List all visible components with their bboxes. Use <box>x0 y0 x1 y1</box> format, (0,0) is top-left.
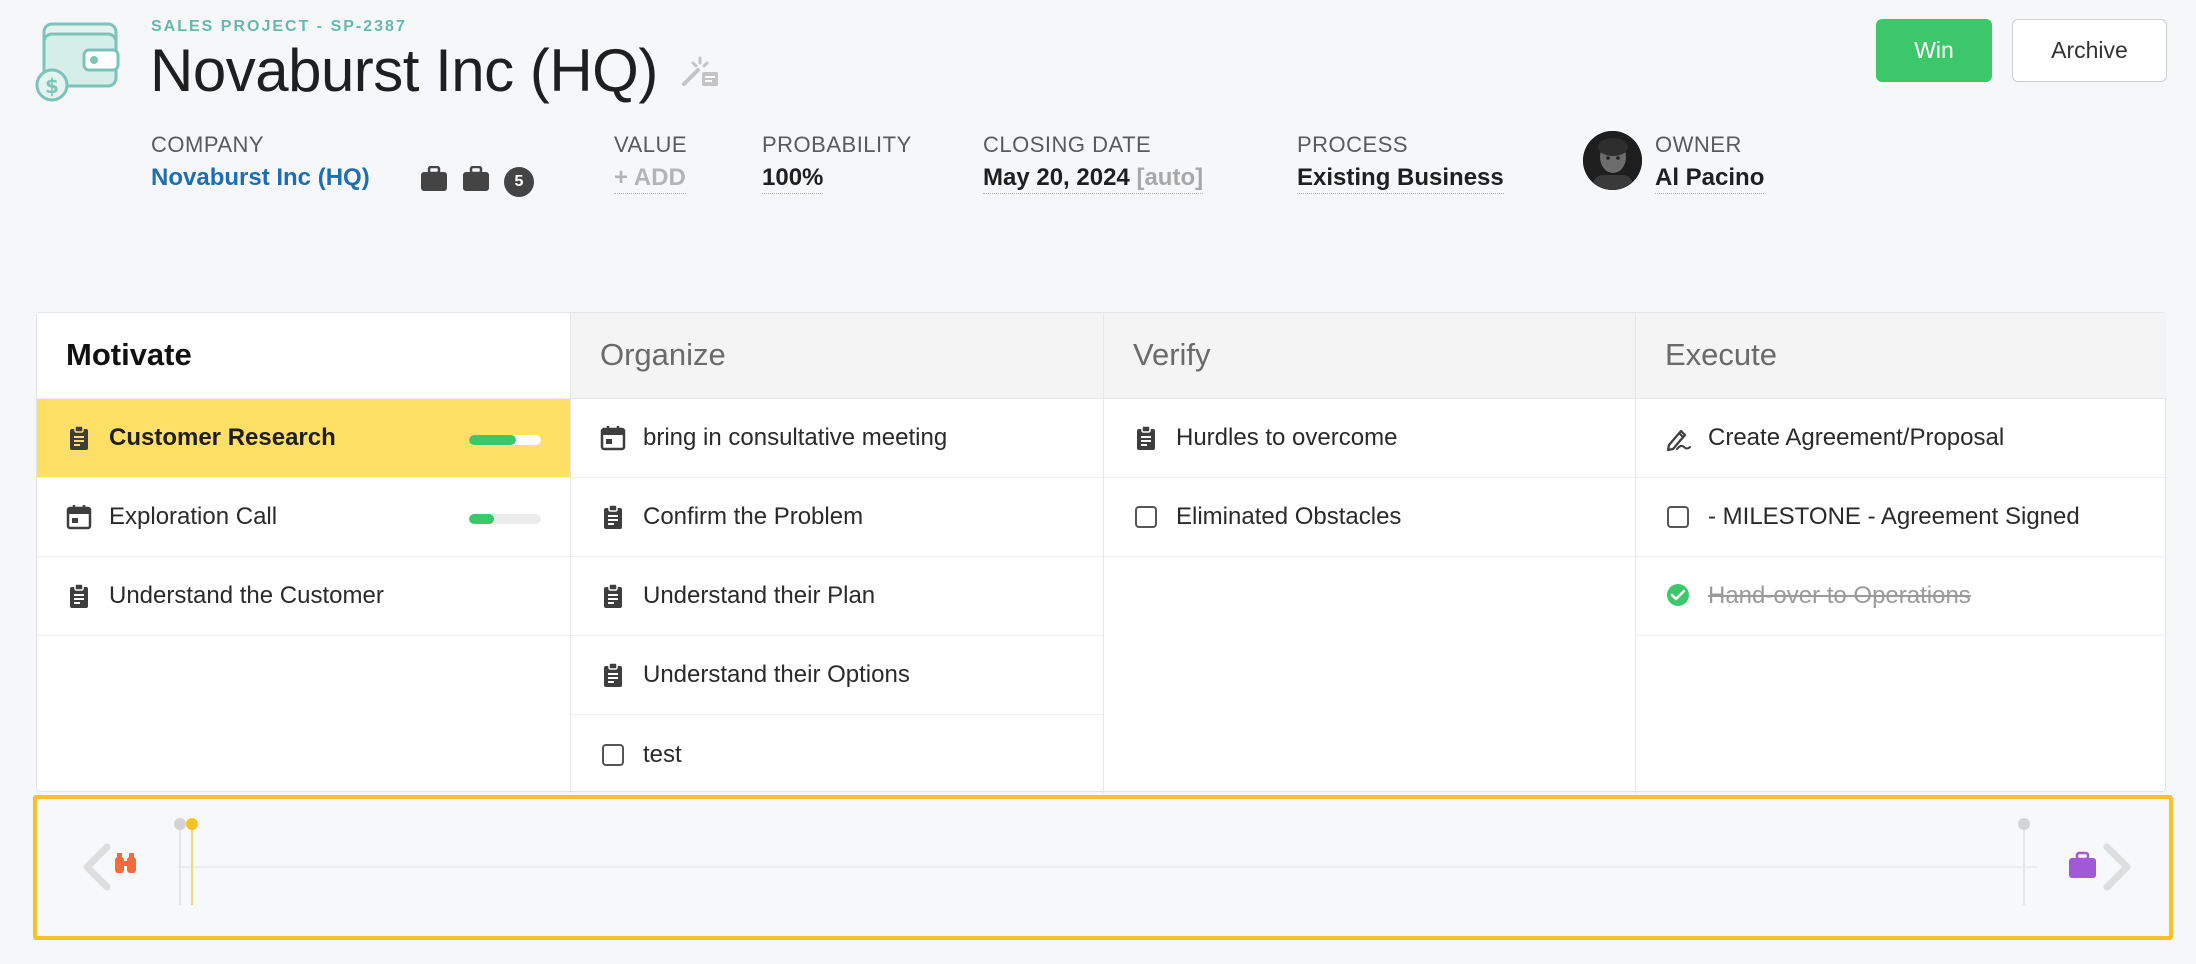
item-label: Eliminated Obstacles <box>1176 503 1402 530</box>
list-item[interactable]: Exploration Call <box>37 478 570 557</box>
chevron-right-icon[interactable] <box>2103 843 2131 891</box>
clipboard-icon <box>70 583 88 608</box>
item-label: Understand their Plan <box>643 582 876 609</box>
win-button[interactable]: Win <box>1876 19 1992 82</box>
clipboard-icon <box>604 662 622 687</box>
timeline-marker-end[interactable] <box>2018 818 2030 905</box>
company-count-badge[interactable]: 5 <box>504 166 534 197</box>
column-organize: Organize bring in consultative meeting C… <box>571 313 1104 793</box>
column-verify: Verify Hurdles to overcome Eliminated Ob… <box>1104 313 1636 793</box>
svg-text:$: $ <box>45 74 59 98</box>
clipboard-icon <box>604 583 622 608</box>
closing-date-value[interactable]: May 20, 2024 [auto] <box>983 164 1204 194</box>
probability-value[interactable]: 100% <box>762 164 824 194</box>
calendar-icon <box>600 426 626 451</box>
list-item[interactable]: Eliminated Obstacles <box>1104 478 1635 557</box>
company-link[interactable]: Novaburst Inc (HQ) <box>151 164 370 193</box>
stage-board: Motivate Customer Research Exploration C… <box>36 312 2167 793</box>
signature-icon <box>1666 429 1691 451</box>
value-field: VALUE + ADD <box>614 132 687 194</box>
closing-date-label: CLOSING DATE <box>983 132 1152 157</box>
closing-date-text: May 20, 2024 <box>983 164 1130 191</box>
item-label: Hurdles to overcome <box>1176 424 1398 451</box>
process-value[interactable]: Existing Business <box>1297 164 1504 194</box>
column-execute: Execute Create Agreement/Proposal - MILE… <box>1636 313 2167 793</box>
owner-avatar[interactable] <box>1583 131 1642 190</box>
value-label: VALUE <box>614 132 688 157</box>
item-label: Hand-over to Operations <box>1708 582 1971 609</box>
check-circle-icon <box>1667 584 1689 606</box>
clipboard-icon <box>604 504 622 529</box>
clipboard-icon <box>1137 425 1155 450</box>
briefcase-icon[interactable] <box>462 165 490 197</box>
briefcase-icon[interactable] <box>420 165 448 197</box>
list-item[interactable]: Confirm the Problem <box>571 478 1103 557</box>
list-item[interactable]: Understand their Options <box>571 636 1103 715</box>
process-label: PROCESS <box>1297 132 1409 157</box>
list-item[interactable]: bring in consultative meeting <box>571 399 1103 478</box>
item-label: Confirm the Problem <box>643 503 864 530</box>
calendar-icon <box>66 505 92 530</box>
column-title[interactable]: Execute <box>1636 313 2167 399</box>
timeline-panel <box>33 795 2173 940</box>
probability-label: PROBABILITY <box>762 132 912 157</box>
item-label: Customer Research <box>109 424 336 451</box>
clipboard-icon <box>70 425 88 450</box>
checkbox-icon[interactable] <box>600 742 626 768</box>
project-label: SALES PROJECT - SP-2387 <box>151 18 407 35</box>
checkbox-icon[interactable] <box>1133 504 1159 530</box>
checkbox-icon[interactable] <box>1665 504 1691 530</box>
column-title[interactable]: Verify <box>1104 313 1635 399</box>
item-label: Understand their Options <box>643 661 910 688</box>
progress-fill <box>469 514 495 524</box>
item-label: - MILESTONE - Agreement Signed <box>1708 503 2080 530</box>
briefcase-purple-icon <box>2069 851 2096 878</box>
page-title: Novaburst Inc (HQ) <box>150 37 658 104</box>
list-item[interactable]: test <box>571 715 1103 794</box>
timeline-marker-start[interactable] <box>174 818 198 905</box>
item-label: Create Agreement/Proposal <box>1708 424 2005 451</box>
item-label: Exploration Call <box>109 503 278 530</box>
progress-bar <box>469 435 541 445</box>
column-title[interactable]: Motivate <box>37 313 570 399</box>
owner-value[interactable]: Al Pacino <box>1655 164 1765 194</box>
list-item[interactable]: Hurdles to overcome <box>1104 399 1635 478</box>
progress-bar <box>469 514 541 524</box>
wallet-logo-icon: $ <box>34 20 124 104</box>
add-value-link[interactable]: + ADD <box>614 164 686 194</box>
list-item[interactable]: Understand their Plan <box>571 557 1103 636</box>
company-icons: 5 <box>420 165 534 197</box>
process-field: PROCESS Existing Business <box>1297 132 1504 194</box>
item-label: Understand the Customer <box>109 582 384 609</box>
closing-date-auto: [auto] <box>1136 164 1204 191</box>
archive-button[interactable]: Archive <box>2012 19 2167 82</box>
list-item[interactable]: - MILESTONE - Agreement Signed <box>1636 478 2167 557</box>
probability-field: PROBABILITY 100% <box>762 132 912 194</box>
list-item[interactable]: Understand the Customer <box>37 557 570 636</box>
item-label: bring in consultative meeting <box>643 424 948 451</box>
list-item[interactable]: Create Agreement/Proposal <box>1636 399 2167 478</box>
list-item[interactable]: Customer Research <box>37 399 570 478</box>
list-item[interactable]: Hand-over to Operations <box>1636 557 2167 636</box>
owner-field: OWNER Al Pacino <box>1655 132 1765 194</box>
closing-date-field: CLOSING DATE May 20, 2024 [auto] <box>983 132 1204 194</box>
column-title[interactable]: Organize <box>571 313 1103 399</box>
binoculars-icon <box>115 853 136 873</box>
company-label: COMPANY <box>151 132 265 157</box>
column-motivate: Motivate Customer Research Exploration C… <box>37 313 571 793</box>
progress-fill <box>469 435 516 445</box>
owner-label: OWNER <box>1655 132 1742 157</box>
chevron-left-icon[interactable] <box>83 843 111 891</box>
magic-wand-icon[interactable] <box>680 54 720 90</box>
company-field: COMPANY Novaburst Inc (HQ) <box>151 132 370 193</box>
item-label: test <box>643 740 682 768</box>
